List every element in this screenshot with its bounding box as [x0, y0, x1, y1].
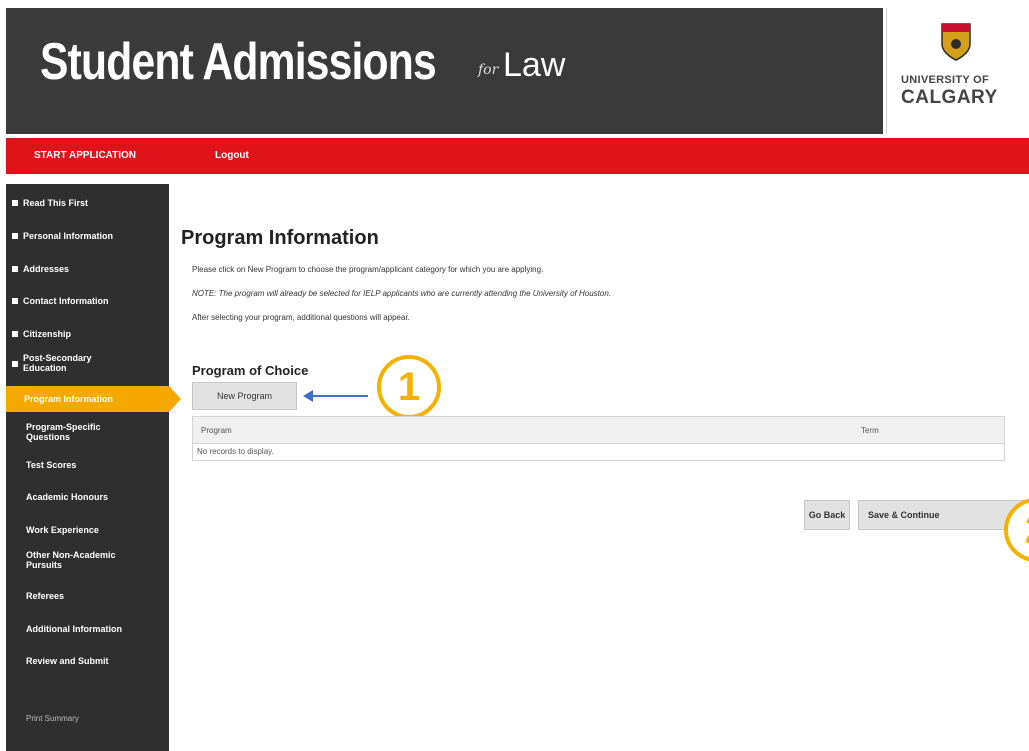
bullet-icon — [12, 200, 18, 206]
arrow-left-icon — [303, 390, 313, 402]
callout-badge: 1 — [377, 355, 441, 419]
sidebar-item-label: Post-Secondary Education — [23, 353, 92, 373]
page-title: Program Information — [181, 227, 379, 249]
sidebar-item-label: Personal Information — [23, 231, 114, 241]
print-summary-link[interactable]: Print Summary — [26, 714, 79, 723]
arrow-line — [310, 395, 368, 397]
sidebar-item-label: Test Scores — [26, 460, 77, 470]
bullet-icon — [12, 361, 18, 367]
site-title: Student Admissions — [40, 33, 437, 91]
new-program-button[interactable]: New Program — [192, 382, 297, 410]
sidebar-item-program-information[interactable]: Program Information — [6, 386, 181, 412]
crest-icon — [941, 23, 971, 61]
section-title: Program of Choice — [192, 363, 309, 378]
program-grid: Program Term No records to display. — [192, 416, 1005, 461]
site-header: Student Admissions for Law — [6, 8, 883, 134]
sidebar-item-label: Read This First — [23, 198, 89, 208]
sidebar-item-label: Additional Information — [26, 624, 122, 634]
sidebar-item-label: Contact Information — [23, 296, 109, 306]
university-name-top: UNIVERSITY OF — [901, 74, 990, 86]
sidebar-item-label: Work Experience — [26, 525, 99, 535]
university-logo[interactable]: UNIVERSITY OF CALGARY — [886, 8, 1026, 134]
sidebar-item-label: Program-Specific Questions — [26, 422, 101, 442]
top-nav: START APPLICATION Logout — [6, 138, 1029, 174]
sidebar-item-label: Citizenship — [23, 329, 72, 339]
logout-link[interactable]: Logout — [215, 150, 249, 161]
column-header-program[interactable]: Program — [201, 426, 232, 435]
sidebar-item-label: Referees — [26, 591, 65, 601]
sidebar-item-label: Addresses — [23, 264, 70, 274]
bullet-icon — [12, 266, 18, 272]
go-back-button[interactable]: Go Back — [804, 500, 850, 530]
bullet-icon — [12, 331, 18, 337]
empty-message: No records to display. — [197, 447, 274, 456]
instruction-text: Please click on New Program to choose th… — [192, 265, 544, 274]
university-name-bottom: CALGARY — [901, 87, 998, 108]
sidebar-item-label: Academic Honours — [26, 492, 109, 502]
sidebar-item-label: Other Non-Academic Pursuits — [26, 550, 116, 570]
bullet-icon — [12, 233, 18, 239]
sidebar: Read This First Personal Information Add… — [6, 184, 181, 751]
site-subtitle: Law — [503, 46, 566, 84]
grid-header: Program Term — [193, 417, 1004, 444]
column-header-term[interactable]: Term — [861, 426, 879, 435]
site-title-for: for — [478, 62, 499, 78]
instruction-text: After selecting your program, additional… — [192, 313, 410, 322]
page: Student Admissions for Law UNIVERSITY OF… — [0, 0, 1029, 751]
note-text: NOTE: The program will already be select… — [192, 289, 612, 298]
sidebar-item-label: Program Information — [24, 394, 114, 404]
bullet-icon — [12, 298, 18, 304]
start-application-link[interactable]: START APPLICATION — [34, 150, 136, 161]
sidebar-item-post-secondary-education[interactable]: Post-Secondary Education — [6, 353, 169, 375]
sidebar-item-label: Review and Submit — [26, 656, 109, 666]
